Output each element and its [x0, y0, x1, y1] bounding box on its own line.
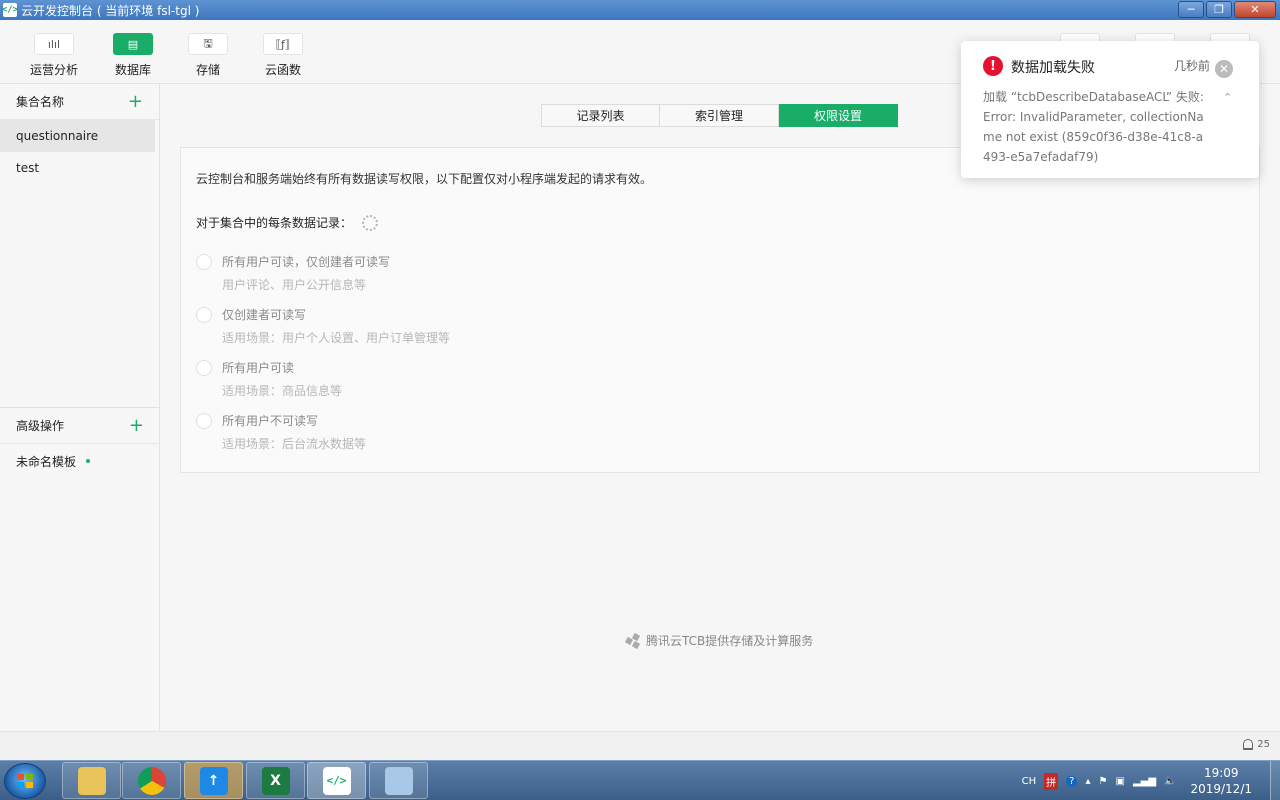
toolbar-functions[interactable]: ⟦ƒ⟧ 云函数: [253, 33, 313, 78]
error-notification: ! 数据加载失败 几秒前 ✕ 加载 “tcbDescribeDatabaseAC…: [961, 41, 1259, 178]
option-hint: 用户评论、用户公开信息等: [222, 278, 367, 292]
windows-taskbar: ↑ X </> CH 拼 ? ▴ ⚑ ▣ ▂▄▆ 🔈 19:09 2019/12…: [0, 760, 1280, 800]
bar-chart-icon: ılıl: [34, 33, 74, 55]
tray-more-icon[interactable]: ▴: [1085, 776, 1090, 787]
radio-button[interactable]: [196, 254, 212, 270]
title-bar: </> 云开发控制台 ( 当前环境 fsl-tgl ) ─ ❐ ✕: [0, 0, 1280, 20]
tab-indexes[interactable]: 索引管理: [660, 104, 779, 127]
file-explorer-icon: [77, 766, 106, 795]
collection-item[interactable]: questionnaire: [0, 120, 155, 152]
minimize-button[interactable]: ─: [1178, 1, 1204, 18]
maximize-button[interactable]: ❐: [1206, 1, 1232, 18]
window-controls: ─ ❐ ✕: [1178, 1, 1276, 18]
baidu-netdisk-icon: ↑: [199, 766, 228, 795]
main-content: 记录列表 索引管理 权限设置 云控制台和服务端始终有所有数据读写权限，以下配置仅…: [160, 84, 1280, 731]
radio-button[interactable]: [196, 413, 212, 429]
option-title: 所有用户可读: [222, 361, 295, 375]
action-center-flag-icon[interactable]: ⚑: [1099, 776, 1108, 787]
toolbar-label: 存储: [195, 63, 220, 77]
taskbar-baidu-netdisk[interactable]: ↑: [184, 762, 243, 799]
option-title: 所有用户不可读写: [222, 414, 319, 428]
permission-option[interactable]: 仅创建者可读写 适用场景：用户个人设置、用户订单管理等: [196, 305, 450, 348]
clock-time: 19:09: [1203, 766, 1239, 780]
radio-button[interactable]: [196, 360, 212, 376]
template-item[interactable]: 未命名模板: [0, 445, 156, 477]
add-template-icon[interactable]: +: [129, 416, 144, 435]
toolbar-database[interactable]: ▤ 数据库: [103, 33, 163, 78]
excel-icon: X: [261, 766, 290, 795]
toolbar-analytics[interactable]: ılıl 运营分析: [24, 33, 84, 78]
collections-header: 集合名称 +: [0, 84, 159, 120]
chevron-up-icon[interactable]: ⌃: [1223, 91, 1232, 104]
status-bar: 25: [0, 731, 1280, 760]
permission-option[interactable]: 所有用户不可读写 适用场景：后台流水数据等: [196, 411, 366, 454]
taskbar-excel[interactable]: X: [246, 762, 305, 799]
taskbar-chrome[interactable]: [122, 762, 181, 799]
tab-permissions[interactable]: 权限设置: [779, 104, 898, 127]
template-item-label: 未命名模板: [16, 454, 77, 469]
tencent-cloud-logo-icon: [624, 632, 641, 649]
collections-header-label: 集合名称: [16, 95, 65, 109]
system-clock[interactable]: 19:09 2019/12/1: [1190, 765, 1252, 797]
app-code-icon: </>: [1, 3, 19, 17]
permission-option[interactable]: 所有用户可读，仅创建者可读写 用户评论、用户公开信息等: [196, 252, 390, 295]
close-notification-icon[interactable]: ✕: [1215, 60, 1233, 78]
add-collection-icon[interactable]: +: [128, 92, 143, 111]
toolbar-label: 云函数: [264, 63, 301, 77]
notification-title: 数据加载失败: [1011, 60, 1095, 76]
window-title: 云开发控制台 ( 当前环境 fsl-tgl ): [21, 3, 200, 18]
permission-option[interactable]: 所有用户可读 适用场景：商品信息等: [196, 358, 342, 401]
collection-item[interactable]: test: [0, 152, 155, 184]
storage-icon: 🖫: [188, 33, 228, 55]
option-hint: 适用场景：后台流水数据等: [222, 437, 367, 451]
taskbar-notepad[interactable]: [369, 762, 428, 799]
database-icon: ▤: [113, 33, 153, 55]
collection-sidebar: 集合名称 + questionnaire test 高级操作 + 未命名模板: [0, 84, 160, 731]
notification-time: 几秒前: [1174, 59, 1211, 73]
clock-date: 2019/12/1: [1190, 782, 1252, 796]
function-icon: ⟦ƒ⟧: [263, 33, 303, 55]
volume-icon[interactable]: 🔈: [1164, 776, 1176, 787]
network-icon[interactable]: ▂▄▆: [1133, 776, 1156, 787]
windows-logo-icon: [17, 774, 34, 789]
error-icon: !: [983, 56, 1003, 76]
bell-icon: [1243, 739, 1254, 750]
notification-message: 加载 “tcbDescribeDatabaseACL” 失败:Error: In…: [983, 90, 1204, 164]
close-button[interactable]: ✕: [1234, 1, 1276, 18]
option-hint: 适用场景：用户个人设置、用户订单管理等: [222, 331, 451, 345]
notifications[interactable]: 25: [1243, 739, 1270, 750]
toolbar-label: 数据库: [114, 63, 151, 77]
option-title: 所有用户可读，仅创建者可读写: [222, 255, 391, 269]
option-hint: 适用场景：商品信息等: [222, 384, 343, 398]
footer-brand: 腾讯云TCB提供存储及计算服务: [624, 632, 814, 649]
loading-spinner-icon: [362, 214, 379, 231]
ime-icon[interactable]: 拼: [1044, 772, 1059, 790]
taskbar-file-explorer[interactable]: [62, 762, 121, 799]
status-dot-icon: [86, 459, 91, 463]
device-icon[interactable]: ▣: [1115, 776, 1124, 787]
notification-count: 25: [1257, 739, 1270, 750]
advanced-header: 高级操作 +: [0, 408, 160, 444]
option-title: 仅创建者可读写: [222, 308, 307, 322]
taskbar-wechat-devtools[interactable]: </>: [307, 762, 366, 799]
database-tabs: 记录列表 索引管理 权限设置: [541, 104, 898, 127]
help-icon[interactable]: ?: [1066, 775, 1078, 787]
radio-button[interactable]: [196, 307, 212, 323]
permissions-subheading: 对于集合中的每条数据记录：: [196, 214, 379, 231]
wechat-devtools-icon: </>: [322, 766, 351, 795]
advanced-header-label: 高级操作: [16, 419, 65, 433]
permissions-description: 云控制台和服务端始终有所有数据读写权限，以下配置仅对小程序端发起的请求有效。: [196, 172, 653, 186]
system-tray: CH 拼 ? ▴ ⚑ ▣ ▂▄▆ 🔈 19:09 2019/12/1: [1022, 761, 1280, 800]
toolbar-storage[interactable]: 🖫 存储: [178, 33, 238, 78]
tab-records[interactable]: 记录列表: [541, 104, 660, 127]
permissions-panel: 云控制台和服务端始终有所有数据读写权限，以下配置仅对小程序端发起的请求有效。 对…: [180, 147, 1260, 473]
start-button[interactable]: [4, 763, 46, 799]
notepad-icon: [384, 766, 413, 795]
chrome-icon: [137, 766, 166, 795]
footer-brand-text: 腾讯云TCB提供存储及计算服务: [646, 634, 814, 648]
toolbar-label: 运营分析: [29, 63, 78, 77]
show-desktop-button[interactable]: [1270, 761, 1280, 800]
language-indicator[interactable]: CH: [1022, 776, 1037, 787]
subheading-text: 对于集合中的每条数据记录：: [196, 216, 353, 230]
